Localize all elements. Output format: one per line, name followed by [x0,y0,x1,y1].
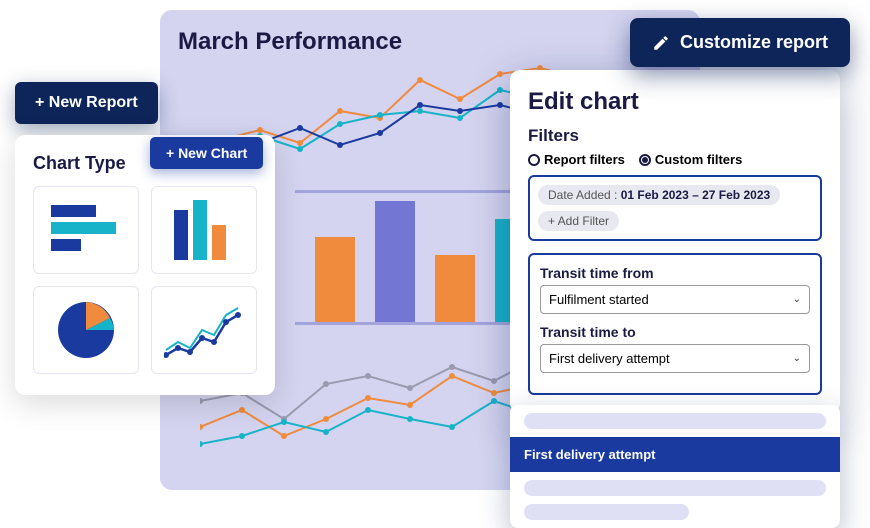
transit-box: Transit time from Fulfilment started ⌄ T… [528,253,822,395]
filters-heading: Filters [528,126,822,146]
radio-report-label: Report filters [544,152,625,167]
dropdown-option-placeholder[interactable] [524,480,826,496]
add-filter-button[interactable]: + Add Filter [538,211,619,231]
date-added-chip[interactable]: Date Added : 01 Feb 2023 – 27 Feb 2023 [538,185,780,205]
dropdown-option-placeholder[interactable] [524,413,826,429]
customize-report-button[interactable]: Customize report [630,18,850,67]
dropdown-option-selected[interactable]: First delivery attempt [510,437,840,472]
new-report-button[interactable]: + New Report [15,82,158,124]
pie-icon [54,298,118,362]
radio-icon [528,154,540,166]
line-icon [164,300,244,360]
vertical-bar-icon [169,200,239,260]
date-added-label: Date Added : [548,188,617,202]
transit-to-select[interactable]: First delivery attempt ⌄ [540,344,810,373]
horizontal-bar-icon [51,200,121,260]
transit-to-value: First delivery attempt [549,351,670,366]
radio-custom-filters[interactable]: Custom filters [639,152,742,167]
edit-chart-panel: Edit chart Filters Report filters Custom… [510,70,840,413]
radio-custom-label: Custom filters [655,152,742,167]
chevron-down-icon: ⌄ [793,353,801,364]
chevron-down-icon: ⌄ [793,294,801,305]
new-chart-button[interactable]: + New Chart [150,137,263,169]
pencil-icon [652,34,670,52]
chart-type-horizontal-bar[interactable] [33,186,139,274]
radio-icon-selected [639,154,651,166]
customize-report-label: Customize report [680,32,828,53]
chart-type-vertical-bar[interactable] [151,186,257,274]
filter-box: Date Added : 01 Feb 2023 – 27 Feb 2023 +… [528,175,822,241]
dropdown-option-placeholder[interactable] [524,504,689,520]
chart-type-panel: Chart Type [15,135,275,395]
page-title: March Performance [178,28,682,56]
edit-chart-title: Edit chart [528,88,822,116]
transit-from-select[interactable]: Fulfilment started ⌄ [540,285,810,314]
transit-from-label: Transit time from [540,265,810,281]
transit-to-label: Transit time to [540,324,810,340]
transit-from-value: Fulfilment started [549,292,649,307]
date-added-value: 01 Feb 2023 – 27 Feb 2023 [621,188,770,202]
chart-type-pie[interactable] [33,286,139,374]
chart-type-line[interactable] [151,286,257,374]
radio-report-filters[interactable]: Report filters [528,152,625,167]
